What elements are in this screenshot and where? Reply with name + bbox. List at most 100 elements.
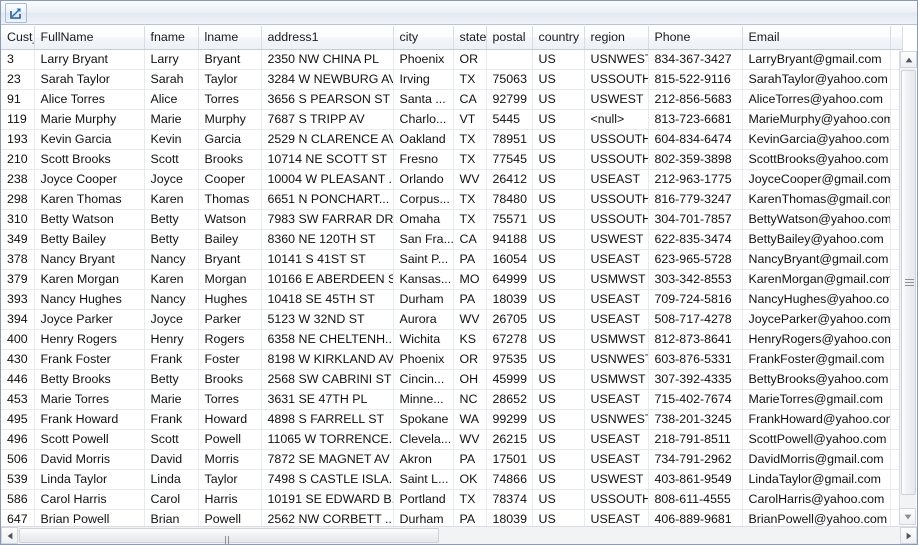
cell-phone[interactable]: 603-876-5331: [648, 349, 743, 370]
table-row[interactable]: 210 Scott Brooks Scott Brooks 10714 NE SCOTT…: [1, 149, 903, 170]
cell-cust_id[interactable]: 193: [1, 129, 35, 150]
column-header-phone[interactable]: Phone: [648, 26, 743, 50]
cell-address1[interactable]: 2568 SW CABRINI ST: [261, 369, 394, 390]
cell-lname[interactable]: Taylor: [198, 469, 262, 490]
cell-fullname[interactable]: Betty Bailey: [34, 229, 145, 250]
cell-city[interactable]: Wichita: [393, 329, 454, 350]
column-header-extra[interactable]: [890, 26, 903, 50]
cell-fname[interactable]: Scott: [144, 149, 199, 170]
cell-fullname[interactable]: Kevin Garcia: [34, 129, 145, 150]
cell-phone[interactable]: 816-779-3247: [648, 189, 743, 210]
cell-address1[interactable]: 2529 N CLARENCE AV: [261, 129, 394, 150]
cell-region[interactable]: USMWST: [584, 369, 649, 390]
cell-country[interactable]: US: [532, 289, 585, 310]
cell-fullname[interactable]: Henry Rogers: [34, 329, 145, 350]
cell-lname[interactable]: Howard: [198, 409, 262, 430]
cell-state[interactable]: WV: [453, 309, 487, 330]
table-row[interactable]: 91 Alice Torres Alice Torres 3656 S PEARSON …: [1, 89, 903, 110]
cell-email[interactable]: HenryRogers@yahoo.com: [742, 329, 891, 350]
cell-postal[interactable]: 99299: [486, 409, 533, 430]
cell-lname[interactable]: Brooks: [198, 369, 262, 390]
cell-country[interactable]: US: [532, 149, 585, 170]
cell-phone[interactable]: 734-791-2962: [648, 449, 743, 470]
cell-lname[interactable]: Powell: [198, 509, 262, 526]
cell-country[interactable]: US: [532, 69, 585, 90]
cell-country[interactable]: US: [532, 509, 585, 526]
cell-lname[interactable]: Bailey: [198, 229, 262, 250]
cell-email[interactable]: DavidMorris@gmail.com: [742, 449, 891, 470]
cell-lname[interactable]: Morgan: [198, 269, 262, 290]
table-row[interactable]: 298 Karen Thomas Karen Thomas 6651 N PONCHAR…: [1, 189, 903, 210]
cell-country[interactable]: US: [532, 169, 585, 190]
cell-fname[interactable]: Betty: [144, 229, 199, 250]
cell-postal[interactable]: 26412: [486, 169, 533, 190]
cell-address1[interactable]: 6651 N PONCHART...: [261, 189, 394, 210]
cell-fullname[interactable]: Scott Brooks: [34, 149, 145, 170]
cell-fullname[interactable]: Betty Watson: [34, 209, 145, 230]
cell-country[interactable]: US: [532, 189, 585, 210]
vertical-scrollbar[interactable]: [899, 51, 917, 525]
cell-phone[interactable]: 709-724-5816: [648, 289, 743, 310]
cell-postal[interactable]: 77545: [486, 149, 533, 170]
cell-postal[interactable]: 78480: [486, 189, 533, 210]
cell-cust_id[interactable]: 496: [1, 429, 35, 450]
cell-email[interactable]: BrianPowell@yahoo.com: [742, 509, 891, 526]
cell-country[interactable]: US: [532, 329, 585, 350]
cell-country[interactable]: US: [532, 269, 585, 290]
cell-cust_id[interactable]: 210: [1, 149, 35, 170]
scroll-up-button[interactable]: [900, 51, 917, 68]
cell-phone[interactable]: 508-717-4278: [648, 309, 743, 330]
table-row[interactable]: 446 Betty Brooks Betty Brooks 2568 SW CABRIN…: [1, 369, 903, 390]
cell-fname[interactable]: Nancy: [144, 249, 199, 270]
cell-lname[interactable]: Cooper: [198, 169, 262, 190]
cell-country[interactable]: US: [532, 229, 585, 250]
cell-state[interactable]: TX: [453, 69, 487, 90]
cell-cust_id[interactable]: 495: [1, 409, 35, 430]
cell-email[interactable]: NancyBryant@gmail.com: [742, 249, 891, 270]
cell-city[interactable]: Kansas...: [393, 269, 454, 290]
cell-state[interactable]: OH: [453, 369, 487, 390]
cell-cust_id[interactable]: 446: [1, 369, 35, 390]
cell-email[interactable]: KarenMorgan@gmail.com: [742, 269, 891, 290]
cell-fullname[interactable]: Brian Powell: [34, 509, 145, 526]
cell-email[interactable]: KevinGarcia@yahoo.com: [742, 129, 891, 150]
cell-region[interactable]: USEAST: [584, 309, 649, 330]
cell-fname[interactable]: Betty: [144, 209, 199, 230]
table-row[interactable]: 647 Brian Powell Brian Powell 2562 NW CORBET…: [1, 509, 903, 526]
cell-phone[interactable]: 738-201-3245: [648, 409, 743, 430]
table-row[interactable]: 378 Nancy Bryant Nancy Bryant 10141 S 41ST S…: [1, 249, 903, 270]
cell-city[interactable]: Corpus...: [393, 189, 454, 210]
cell-phone[interactable]: 715-402-7674: [648, 389, 743, 410]
cell-address1[interactable]: 7983 SW FARRAR DR: [261, 209, 394, 230]
cell-state[interactable]: VT: [453, 109, 487, 130]
cell-postal[interactable]: 74866: [486, 469, 533, 490]
cell-fname[interactable]: Henry: [144, 329, 199, 350]
cell-lname[interactable]: Foster: [198, 349, 262, 370]
cell-fname[interactable]: Kevin: [144, 129, 199, 150]
column-header-cust-id[interactable]: Cust_ID: [1, 26, 35, 50]
cell-cust_id[interactable]: 394: [1, 309, 35, 330]
cell-region[interactable]: USEAST: [584, 429, 649, 450]
cell-country[interactable]: US: [532, 249, 585, 270]
cell-fname[interactable]: Marie: [144, 109, 199, 130]
cell-lname[interactable]: Watson: [198, 209, 262, 230]
cell-city[interactable]: Charlo...: [393, 109, 454, 130]
cell-state[interactable]: OR: [453, 49, 487, 70]
table-row[interactable]: 238 Joyce Cooper Joyce Cooper 10004 W PLEASA…: [1, 169, 903, 190]
cell-city[interactable]: Akron: [393, 449, 454, 470]
cell-phone[interactable]: 815-522-9116: [648, 69, 743, 90]
cell-country[interactable]: US: [532, 209, 585, 230]
cell-city[interactable]: Durham: [393, 289, 454, 310]
cell-region[interactable]: USEAST: [584, 249, 649, 270]
cell-cust_id[interactable]: 298: [1, 189, 35, 210]
cell-fullname[interactable]: Betty Brooks: [34, 369, 145, 390]
cell-fname[interactable]: David: [144, 449, 199, 470]
cell-country[interactable]: US: [532, 49, 585, 70]
cell-city[interactable]: Orlando: [393, 169, 454, 190]
cell-state[interactable]: NC: [453, 389, 487, 410]
table-row[interactable]: 394 Joyce Parker Joyce Parker 5123 W 32ND ST…: [1, 309, 903, 330]
cell-address1[interactable]: 3631 SE 47TH PL: [261, 389, 394, 410]
cell-fname[interactable]: Scott: [144, 429, 199, 450]
cell-email[interactable]: JoyceCooper@gmail.com: [742, 169, 891, 190]
cell-fname[interactable]: Frank: [144, 409, 199, 430]
